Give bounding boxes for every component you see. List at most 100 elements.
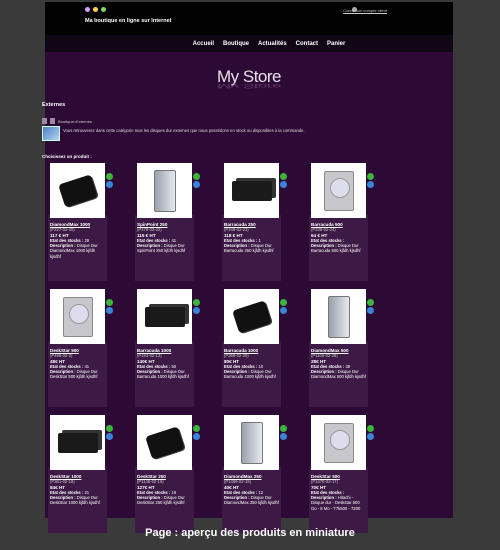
description-line: Description : Disque Dur DiamondMax 500 … — [311, 369, 366, 380]
add-to-cart-icon[interactable] — [193, 299, 200, 306]
add-to-cart-icon[interactable] — [367, 173, 374, 180]
product-thumbnail[interactable]: black-box-drive — [50, 415, 105, 470]
description-line: Description : Disque Dur Barracuda 1000 … — [224, 369, 279, 380]
product-card[interactable]: silver-tower-drive DiamondMax 500 (P1105… — [309, 289, 382, 407]
add-to-cart-icon[interactable] — [280, 299, 287, 306]
top-bar: Ma boutique en ligne sur Internet Connex… — [45, 2, 453, 35]
stock-label: Etat des stocks : — [50, 237, 84, 243]
add-to-cart-icon[interactable] — [106, 425, 113, 432]
info-icon[interactable] — [106, 307, 113, 314]
hard-drive-image: black-box-drive — [231, 180, 272, 201]
product-actions — [106, 173, 113, 188]
description-label: Description : — [224, 369, 250, 375]
product-actions — [193, 173, 200, 188]
product-thumbnail[interactable]: silver-tower-drive — [224, 415, 279, 470]
stock-label: Etat des stocks : — [50, 489, 84, 495]
info-icon[interactable] — [280, 307, 287, 314]
description-label: Description : — [50, 495, 76, 501]
info-icon[interactable] — [193, 433, 200, 440]
info-icon[interactable] — [280, 433, 287, 440]
product-info: DiamondMax 500 (P1105-02-28) 28€ HT Etat… — [311, 348, 366, 380]
add-to-cart-icon[interactable] — [367, 299, 374, 306]
product-thumbnail[interactable]: black-box-drive — [224, 163, 279, 218]
nav-contact[interactable]: Contact — [296, 41, 318, 47]
hard-drive-image: silver-tower-drive — [153, 169, 176, 212]
product-card[interactable]: internal-hdd DeskStar 500 (P496-02-2) 48… — [48, 289, 121, 407]
product-actions — [367, 425, 374, 440]
add-to-cart-icon[interactable] — [106, 299, 113, 306]
nav-boutique[interactable]: Boutique — [223, 41, 249, 47]
info-icon[interactable] — [367, 307, 374, 314]
nav-panier[interactable]: Panier — [327, 41, 345, 47]
product-thumbnail[interactable]: silver-tower-drive — [311, 289, 366, 344]
info-icon[interactable] — [193, 181, 200, 188]
login-link[interactable]: Connexion compte client — [343, 8, 387, 13]
description-label: Description : — [137, 495, 163, 501]
product-card[interactable]: silver-tower-drive DiamondMax 250 (P1499… — [222, 415, 295, 533]
stock-label: Etat des stocks : — [311, 363, 345, 369]
stock-label: Etat des stocks : — [224, 489, 258, 495]
description-label: Description : — [311, 495, 337, 501]
product-actions — [193, 425, 200, 440]
info-icon[interactable] — [367, 433, 374, 440]
breadcrumb-text[interactable]: Boutique>Externes — [58, 119, 92, 124]
hard-drive-image: external-black-drive — [231, 299, 272, 334]
add-to-cart-icon[interactable] — [367, 425, 374, 432]
stock-value: 41 — [84, 363, 90, 369]
product-thumbnail[interactable]: internal-hdd — [311, 415, 366, 470]
product-thumbnail[interactable]: black-box-drive — [137, 289, 192, 344]
logo-reflection: My Store — [216, 82, 282, 90]
product-info: DiamondMax 250 (P1499-02-19) 40€ HT Etat… — [224, 474, 279, 506]
product-thumbnail[interactable]: external-black-drive — [50, 163, 105, 218]
folder-icon — [42, 118, 47, 124]
product-actions — [193, 299, 200, 314]
nav-actualites[interactable]: Actualités — [258, 41, 287, 47]
product-card[interactable]: internal-hdd Barracuda 500 (P236-02-24) … — [309, 163, 382, 281]
add-to-cart-icon[interactable] — [193, 173, 200, 180]
hard-drive-image: black-box-drive — [57, 432, 98, 453]
add-to-cart-icon[interactable] — [280, 173, 287, 180]
product-card[interactable]: internal-hdd DeskStar 500 (P1470-02-17) … — [309, 415, 382, 533]
stock-label: Etat des stocks : — [137, 237, 171, 243]
stock-value: 10 — [258, 363, 264, 369]
product-thumbnail[interactable]: internal-hdd — [50, 289, 105, 344]
description-line: Description : Disque Dur DeskStar 500 kj… — [50, 369, 105, 380]
product-info: DiamondMax 1000 (P227-02-20) 117 € HT Et… — [50, 222, 105, 259]
product-info: DeskStar 500 (P496-02-2) 48€ HT Etat des… — [50, 348, 105, 380]
product-grid: external-black-drive DiamondMax 1000 (P2… — [48, 163, 394, 533]
info-icon[interactable] — [106, 433, 113, 440]
info-icon[interactable] — [280, 181, 287, 188]
info-icon[interactable] — [106, 181, 113, 188]
product-actions — [106, 299, 113, 314]
product-thumbnail[interactable]: external-black-drive — [137, 415, 192, 470]
product-info: Barracuda 1000 (P183-02-13) 140€ HT Etat… — [137, 348, 192, 380]
product-card[interactable]: silver-tower-drive SpinPoint 250 (P478-0… — [135, 163, 208, 281]
section-title: Externes — [42, 102, 66, 108]
add-to-cart-icon[interactable] — [106, 173, 113, 180]
description-line: Description : Disque Dur DeskStar 1000 k… — [50, 495, 105, 506]
hard-drive-image: external-black-drive — [144, 425, 185, 460]
product-info: SpinPoint 250 (P478-03-22) 115 € HT Etat… — [137, 222, 192, 254]
main-nav: Accueil Boutique Actualités Contact Pani… — [45, 35, 453, 52]
hard-drive-image: silver-tower-drive — [240, 421, 263, 464]
product-thumbnail[interactable]: external-black-drive — [224, 289, 279, 344]
product-card[interactable]: black-box-drive DeskStar 1000 (P361-02-1… — [48, 415, 121, 533]
stock-value: 19 — [171, 489, 177, 495]
product-thumbnail[interactable]: internal-hdd — [311, 163, 366, 218]
description-label: Description : — [224, 495, 250, 501]
stock-value: 50 — [171, 363, 177, 369]
product-card[interactable]: external-black-drive DeskStar 250 (P1148… — [135, 415, 208, 533]
product-thumbnail[interactable]: silver-tower-drive — [137, 163, 192, 218]
add-to-cart-icon[interactable] — [280, 425, 287, 432]
info-icon[interactable] — [367, 181, 374, 188]
choose-product-label: Choisissez un produit : — [42, 154, 92, 159]
product-card[interactable]: black-box-drive Barracuda 1000 (P183-02-… — [135, 289, 208, 407]
stock-label: Etat des stocks : — [137, 489, 171, 495]
nav-accueil[interactable]: Accueil — [193, 41, 214, 47]
product-card[interactable]: external-black-drive DiamondMax 1000 (P2… — [48, 163, 121, 281]
product-card[interactable]: external-black-drive Barracuda 1000 (P36… — [222, 289, 295, 407]
info-icon[interactable] — [193, 307, 200, 314]
add-to-cart-icon[interactable] — [193, 425, 200, 432]
product-card[interactable]: black-box-drive Barracuda 250 (P348-02-2… — [222, 163, 295, 281]
description-line: Description : Hitachi - Disque dur - Des… — [311, 495, 366, 511]
